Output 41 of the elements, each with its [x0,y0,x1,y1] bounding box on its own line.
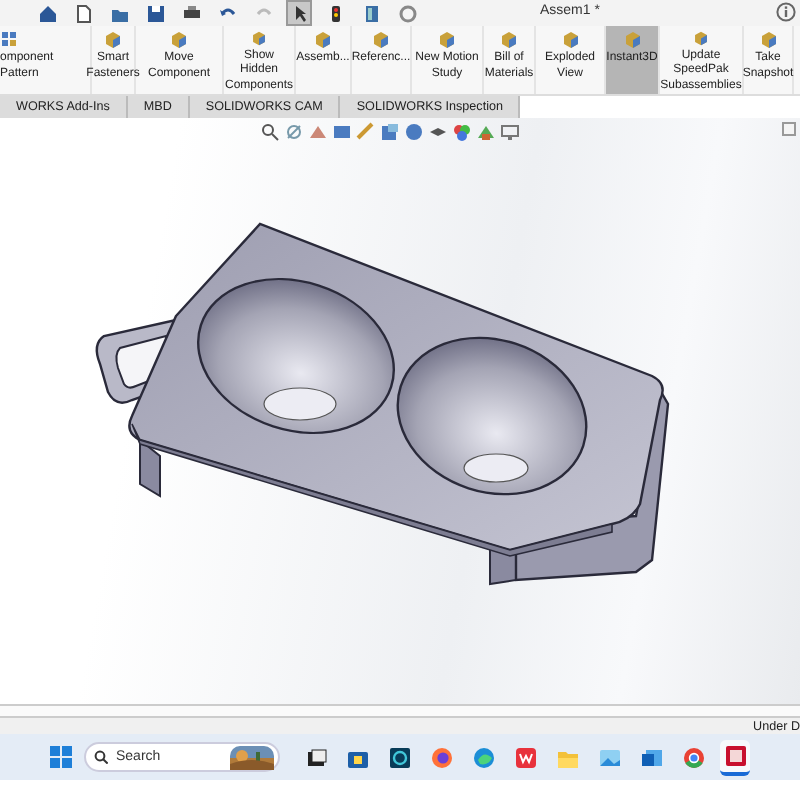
help-icon[interactable] [776,2,796,22]
cube-icon [623,30,641,50]
print-button[interactable] [180,2,202,24]
cube-icon [561,30,579,50]
color-wheel-button[interactable] [452,122,472,142]
app-icon [723,743,747,767]
document-icon [361,3,381,23]
cube-icon [170,30,188,50]
save-button[interactable] [144,2,166,24]
cube-icon [314,30,332,50]
restore-button[interactable] [782,122,796,136]
zoom-button[interactable] [260,122,280,142]
cube-icon [692,30,710,47]
app-icon [387,745,411,769]
cube-icon [438,30,456,50]
cube-icon [0,30,18,50]
app-icon [513,745,537,769]
browser-icon [681,745,705,769]
view-orientation-button[interactable] [380,122,400,142]
windows-start-icon[interactable] [50,746,72,768]
new-document-button[interactable] [72,2,94,24]
monitor-button[interactable] [500,122,520,142]
search-icon [94,750,108,764]
print-icon [181,3,201,23]
monitor-icon [500,122,520,142]
cube-icon [250,30,268,47]
cube-icon [500,30,518,50]
zoom-icon [260,122,280,142]
cube-icon [372,30,390,50]
image-icon [597,745,621,769]
color-wheel-icon [452,122,472,142]
document-button[interactable] [360,2,382,24]
browser-icon [471,745,495,769]
view-orientation-icon [380,122,400,142]
task-view-icon [303,745,327,769]
scene-button[interactable] [476,122,496,142]
home-button[interactable] [36,2,58,24]
cube-icon [759,30,777,50]
cube-icon [104,30,122,50]
scene-icon [476,122,496,142]
cursor-button[interactable] [288,2,310,24]
